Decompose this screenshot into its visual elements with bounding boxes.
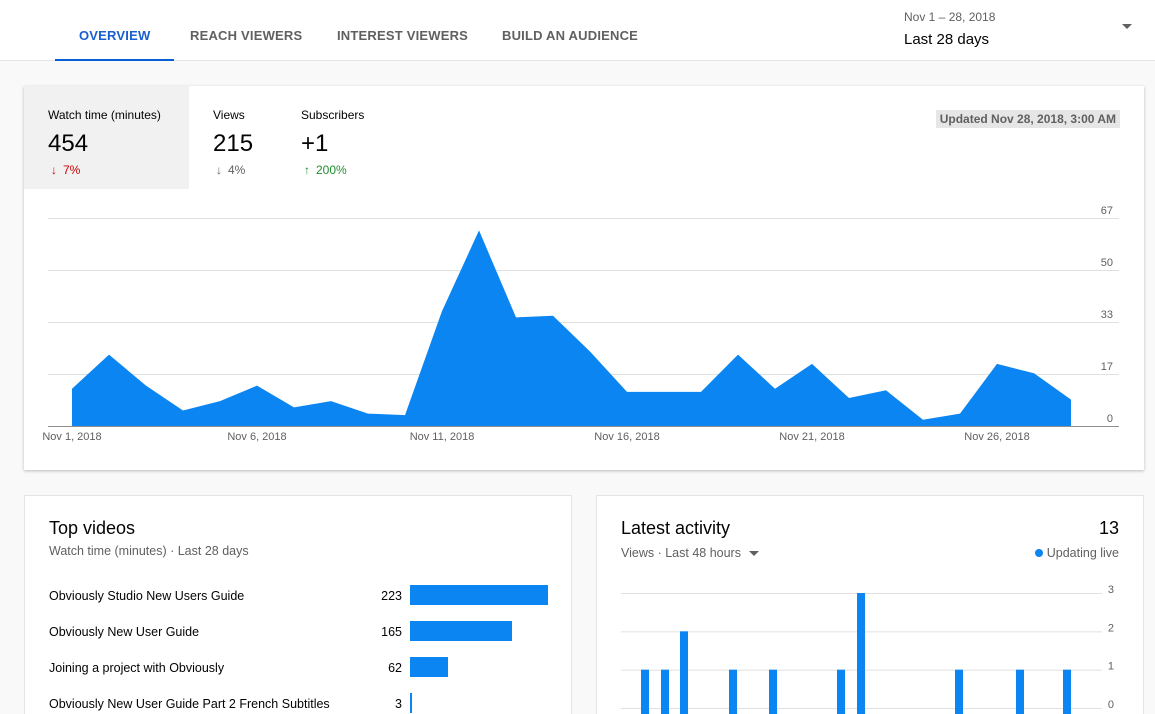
latest-activity-card: Latest activity 13 Views · Last 48 hours… xyxy=(596,495,1144,714)
y-tick-label: 50 xyxy=(1101,257,1113,269)
x-tick-label: Nov 1, 2018 xyxy=(42,431,101,443)
metric-value: +1 xyxy=(301,130,329,157)
live-dot-icon xyxy=(1034,549,1043,557)
date-range-picker[interactable]: Nov 1 – 28, 2018 Last 28 days xyxy=(904,0,1155,60)
activity-bar xyxy=(729,669,737,714)
metric-views[interactable]: Views 215 ↓ 4% xyxy=(189,86,279,189)
top-video-row[interactable]: Obviously New User Guide 165 xyxy=(49,621,549,641)
card-title: Top videos xyxy=(49,518,136,538)
top-video-value: 3 xyxy=(395,697,402,711)
top-video-bar xyxy=(410,621,512,641)
arrow-up-icon: ↑ xyxy=(304,163,310,177)
top-video-value: 165 xyxy=(381,625,402,639)
metric-label: Subscribers xyxy=(301,108,365,122)
y-tick-label: 0 xyxy=(1107,413,1113,425)
top-video-value: 223 xyxy=(381,589,402,603)
card-title: Latest activity xyxy=(621,518,731,538)
activity-bar xyxy=(955,669,963,714)
top-videos-card: Top videos Watch time (minutes) · Last 2… xyxy=(24,495,572,714)
metric-label: Views xyxy=(213,108,245,122)
metric-change: ↑ 200% xyxy=(301,163,373,177)
card-subtitle: Watch time (minutes) · Last 28 days xyxy=(49,544,249,558)
date-range-text: Nov 1 – 28, 2018 xyxy=(904,10,996,24)
live-indicator: Updating live xyxy=(1034,546,1119,560)
overview-card: Watch time (minutes) 454 ↓ 7% Views 215 … xyxy=(24,86,1144,470)
metric-watch-time[interactable]: Watch time (minutes) 454 ↓ 7% xyxy=(24,86,189,189)
top-video-bar xyxy=(410,657,448,677)
metric-change: ↓ 4% xyxy=(213,163,255,177)
metric-value: 215 xyxy=(213,130,254,157)
y-tick-label: 0 xyxy=(1108,699,1114,711)
watch-time-area xyxy=(72,230,1071,426)
top-video-row[interactable]: Obviously New User Guide Part 2 French S… xyxy=(49,693,549,713)
x-tick-label: Nov 26, 2018 xyxy=(964,431,1029,443)
top-video-title: Obviously Studio New Users Guide xyxy=(49,589,245,603)
top-video-title: Obviously New User Guide Part 2 French S… xyxy=(49,697,330,711)
activity-bar xyxy=(837,669,845,714)
activity-bar xyxy=(680,631,688,714)
watch-time-chart: 0 17 33 50 67 Nov 1, 2018 Nov 6, 2018 Nov 11, 2… xyxy=(42,205,1119,443)
top-video-value: 62 xyxy=(388,661,402,675)
y-tick-label: 67 xyxy=(1101,205,1113,217)
tab-reach-viewers[interactable]: REACH VIEWERS xyxy=(166,0,326,60)
metric-value: 454 xyxy=(48,130,89,157)
metric-subscribers[interactable]: Subscribers +1 ↑ 200% xyxy=(277,86,397,189)
x-tick-label: Nov 21, 2018 xyxy=(779,431,844,443)
top-video-row[interactable]: Obviously Studio New Users Guide 223 xyxy=(49,585,549,605)
latest-activity-chart: 0 1 2 3 xyxy=(621,584,1114,714)
y-tick-label: 1 xyxy=(1108,661,1114,673)
x-tick-label: Nov 16, 2018 xyxy=(594,431,659,443)
activity-bar xyxy=(769,669,777,714)
y-tick-label: 17 xyxy=(1101,361,1113,373)
metric-change: ↓ 7% xyxy=(48,163,165,177)
top-video-title: Joining a project with Obviously xyxy=(49,661,225,675)
x-tick-label: Nov 6, 2018 xyxy=(227,431,286,443)
y-tick-label: 33 xyxy=(1101,309,1113,321)
latest-activity-dropdown[interactable]: Views · Last 48 hours xyxy=(621,546,759,560)
metric-label: Watch time (minutes) xyxy=(48,108,161,122)
tab-overview[interactable]: OVERVIEW xyxy=(55,0,175,61)
activity-bar xyxy=(661,669,669,714)
activity-bar xyxy=(1063,669,1071,714)
y-tick-label: 3 xyxy=(1108,584,1114,596)
top-video-bar xyxy=(410,693,412,713)
activity-bar xyxy=(641,669,649,714)
tab-interest-viewers[interactable]: INTEREST VIEWERS xyxy=(313,0,492,60)
chevron-down-icon xyxy=(1122,24,1132,29)
arrow-down-icon: ↓ xyxy=(216,163,222,177)
chevron-down-icon xyxy=(748,550,759,556)
activity-bar xyxy=(857,593,865,714)
top-tab-bar: OVERVIEW REACH VIEWERS INTEREST VIEWERS … xyxy=(0,0,1155,61)
top-video-title: Obviously New User Guide xyxy=(49,625,200,639)
top-video-row[interactable]: Joining a project with Obviously 62 xyxy=(49,657,549,677)
top-video-bar xyxy=(410,585,548,605)
x-tick-label: Nov 11, 2018 xyxy=(410,431,475,443)
tab-build-an-audience[interactable]: BUILD AN AUDIENCE xyxy=(478,0,662,60)
arrow-down-icon: ↓ xyxy=(51,163,57,177)
date-range-label: Last 28 days xyxy=(904,31,990,48)
latest-activity-count: 13 xyxy=(1098,518,1119,538)
updated-timestamp: Updated Nov 28, 2018, 3:00 AM xyxy=(935,110,1120,128)
y-tick-label: 2 xyxy=(1108,622,1114,634)
activity-bar xyxy=(1016,669,1024,714)
